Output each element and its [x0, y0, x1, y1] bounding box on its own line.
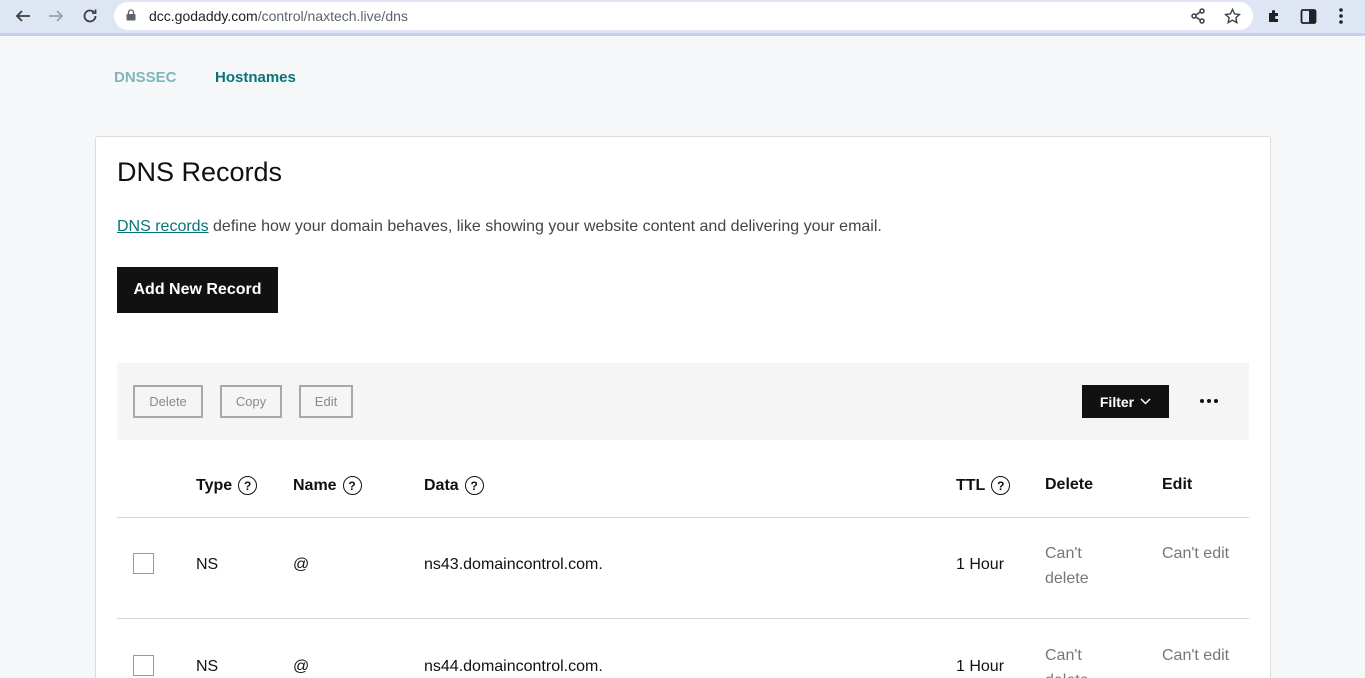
header-edit-label: Edit [1162, 476, 1193, 493]
side-panel-icon[interactable] [1297, 5, 1319, 27]
row-ttl: 1 Hour [956, 556, 1005, 573]
url-path: /control/naxtech.live/dns [257, 8, 408, 24]
url-text: dcc.godaddy.com/control/naxtech.live/dns [149, 8, 408, 24]
filter-button[interactable]: Filter [1082, 385, 1169, 418]
row-delete-status: Can't delete [1045, 545, 1089, 587]
row-ttl: 1 Hour [956, 658, 1005, 675]
forward-icon[interactable] [43, 4, 69, 28]
records-toolbar [117, 363, 1249, 440]
share-icon[interactable] [1188, 6, 1208, 26]
table-divider [117, 517, 1249, 518]
help-icon[interactable]: ? [464, 476, 484, 495]
row-type: NS [196, 556, 219, 573]
row-data: ns43.domaincontrol.com. [424, 556, 603, 573]
header-delete: Delete [1045, 476, 1093, 494]
back-icon[interactable] [10, 4, 36, 28]
row-checkbox[interactable] [133, 655, 154, 676]
header-type: Type ? [196, 476, 258, 495]
browser-divider [0, 33, 1365, 36]
row-edit-status: Can't edit [1162, 647, 1230, 664]
browser-menu-icon[interactable] [1330, 5, 1352, 27]
bookmark-star-icon[interactable] [1222, 6, 1242, 26]
row-delete-status: Can't delete [1045, 647, 1089, 678]
row-checkbox[interactable] [133, 553, 154, 574]
header-name-label: Name [293, 476, 337, 494]
dns-records-link[interactable]: DNS records [117, 218, 209, 235]
more-options-icon[interactable] [1196, 392, 1222, 410]
row-edit-status: Can't edit [1162, 545, 1230, 562]
extensions-icon[interactable] [1263, 5, 1285, 27]
add-new-record-button[interactable]: Add New Record [117, 267, 278, 313]
header-edit: Edit [1162, 476, 1192, 494]
header-type-label: Type [196, 476, 233, 494]
header-data-label: Data [424, 476, 459, 494]
header-name: Name ? [293, 476, 362, 495]
reload-icon[interactable] [77, 4, 103, 28]
row-type: NS [196, 658, 219, 675]
page-title: DNS Records [117, 157, 283, 187]
intro-description: define how your domain behaves, like sho… [208, 218, 882, 235]
row-data: ns44.domaincontrol.com. [424, 658, 603, 675]
row-name: @ [293, 658, 310, 675]
header-ttl-label: TTL [956, 476, 986, 494]
edit-button[interactable]: Edit [299, 385, 353, 418]
header-ttl: TTL ? [956, 476, 1011, 495]
row-name: @ [293, 556, 310, 573]
address-bar[interactable]: dcc.godaddy.com/control/naxtech.live/dns [114, 2, 1253, 30]
lock-icon [126, 9, 136, 21]
header-data: Data ? [424, 476, 484, 495]
help-icon[interactable]: ? [238, 476, 258, 495]
intro-text: DNS records define how your domain behav… [117, 218, 882, 236]
table-divider [117, 618, 1249, 619]
url-domain: dcc.godaddy.com [149, 8, 258, 24]
help-icon[interactable]: ? [342, 476, 362, 495]
filter-label: Filter [1099, 393, 1135, 410]
delete-button[interactable]: Delete [133, 385, 203, 418]
copy-button[interactable]: Copy [220, 385, 282, 418]
tab-dnssec[interactable]: DNSSEC [114, 69, 177, 86]
header-delete-label: Delete [1045, 476, 1094, 493]
tab-hostnames[interactable]: Hostnames [215, 69, 296, 86]
chevron-down-icon [1140, 398, 1151, 405]
help-icon[interactable]: ? [991, 476, 1011, 495]
